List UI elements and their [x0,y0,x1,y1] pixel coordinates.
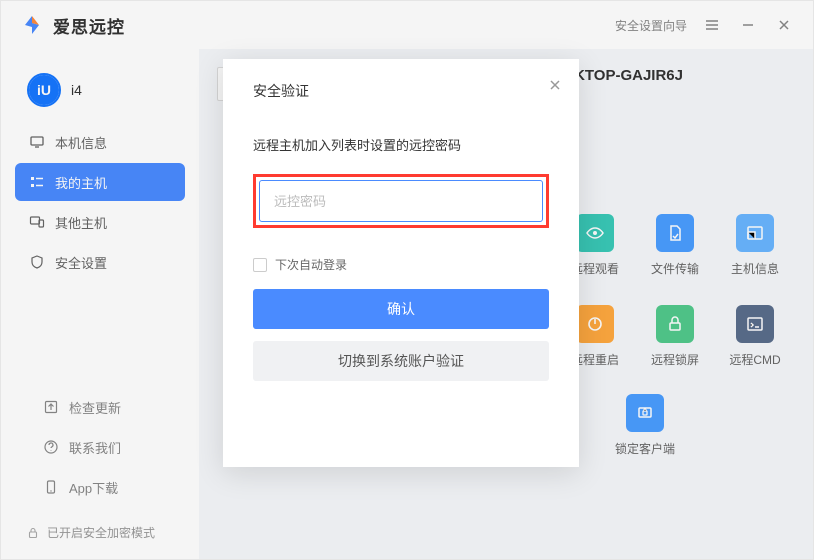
security-verify-dialog: 安全验证 远程主机加入列表时设置的远控密码 下次自动登录 确认 切换到系统账户验… [223,59,579,467]
password-highlight-frame [253,174,549,228]
close-icon [549,79,561,91]
dialog-subtitle: 远程主机加入列表时设置的远控密码 [253,135,549,154]
auto-login-checkbox[interactable] [253,258,267,272]
dialog-title: 安全验证 [253,81,549,101]
auto-login-label: 下次自动登录 [275,256,347,273]
dialog-close-button[interactable] [549,79,561,91]
auto-login-row[interactable]: 下次自动登录 [253,256,549,273]
remote-password-input[interactable] [259,180,543,222]
confirm-button[interactable]: 确认 [253,289,549,329]
switch-auth-button[interactable]: 切换到系统账户验证 [253,341,549,381]
